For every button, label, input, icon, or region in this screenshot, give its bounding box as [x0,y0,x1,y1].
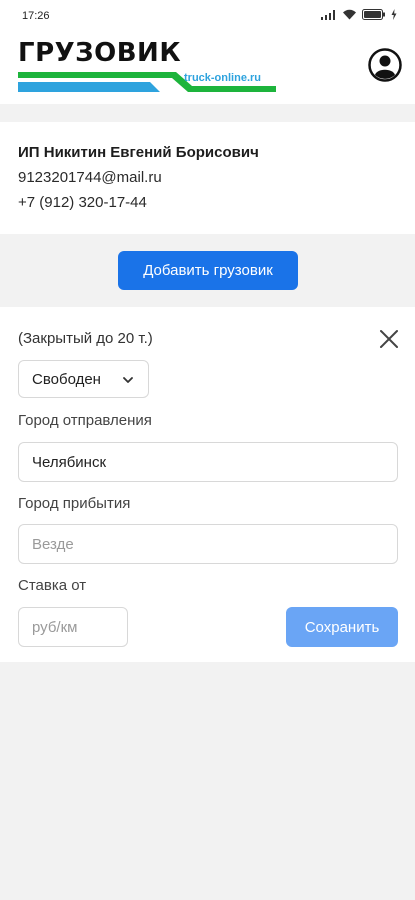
status-select-value: Свободен [32,371,101,388]
charging-icon [391,9,397,20]
rate-input[interactable] [18,607,128,647]
status-bar: 17:26 [0,0,415,28]
user-icon [368,48,402,82]
logo-subtitle: truck-online.ru [184,72,262,84]
rate-label: Ставка от [18,577,87,594]
profile-name: ИП Никитин Евгений Борисович [18,144,259,161]
close-icon [380,330,398,348]
profile-card: ИП Никитин Евгений Борисович 9123201744@… [0,122,415,234]
truck-type-label: (Закрытый до 20 т.) [18,330,153,347]
signal-icon [321,9,335,20]
arrival-city-input[interactable] [18,524,398,564]
status-select[interactable]: Свободен [18,360,149,398]
save-button[interactable]: Сохранить [286,607,398,647]
profile-email: 9123201744@mail.ru [18,169,162,186]
departure-city-label: Город отправления [18,412,152,429]
logo[interactable]: ГРУЗОВИК truck-online.ru [16,34,278,98]
profile-avatar-button[interactable] [368,48,402,82]
app-header: ГРУЗОВИК truck-online.ru [0,28,415,104]
wifi-icon [343,9,356,20]
chevron-down-icon [123,377,133,383]
arrival-city-label: Город прибытия [18,495,131,512]
close-button[interactable] [378,328,400,350]
battery-icon [362,9,385,20]
truck-card: (Закрытый до 20 т.) Свободен Город отпра… [0,307,415,662]
status-time: 17:26 [22,10,50,22]
logo-stripes [18,72,276,92]
add-truck-button[interactable]: Добавить грузовик [118,251,298,290]
status-icons [321,9,397,20]
departure-city-input[interactable] [18,442,398,482]
profile-phone: +7 (912) 320-17-44 [18,194,147,211]
